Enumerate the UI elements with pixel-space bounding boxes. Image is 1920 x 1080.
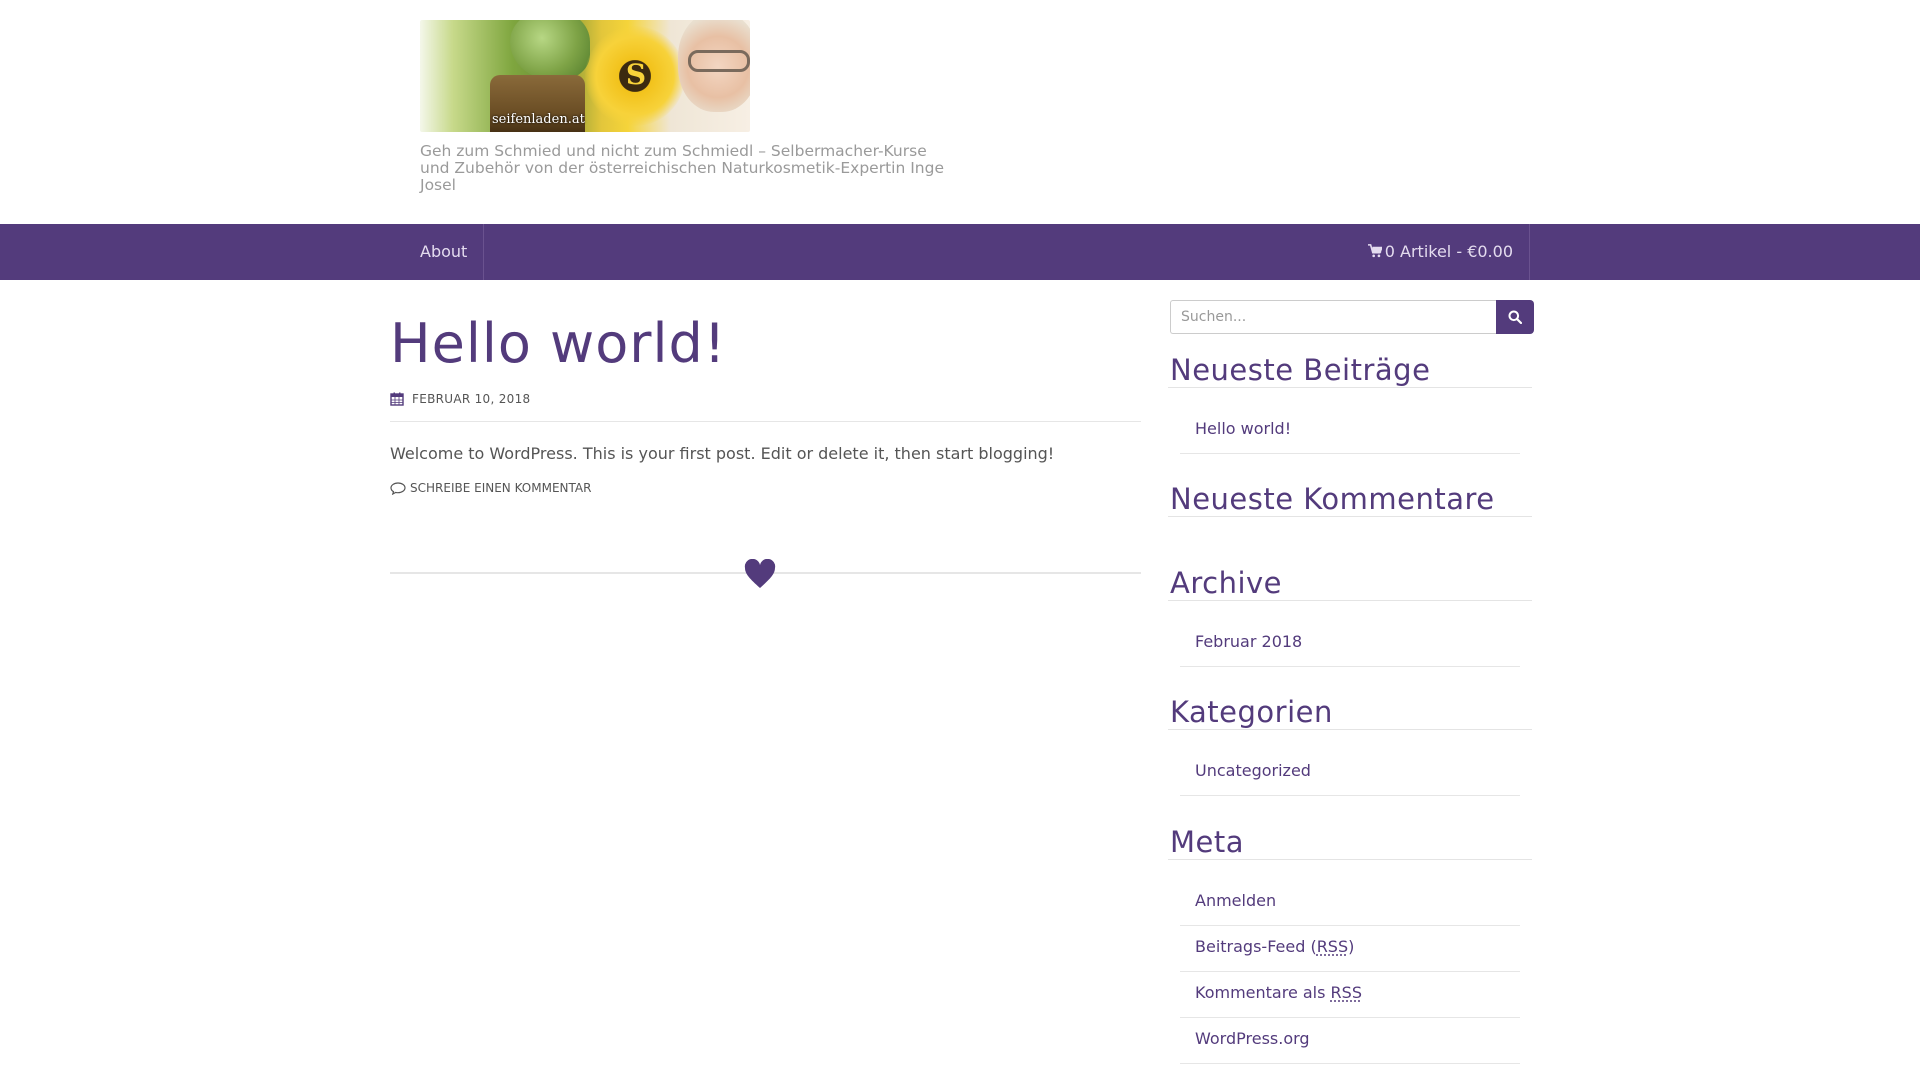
widget-title-categories: Kategorien — [1170, 695, 1333, 729]
cart-summary: 0 Artikel - €0.00 — [1384, 242, 1513, 261]
search-icon — [1508, 310, 1522, 324]
meta-entries-feed-link[interactable]: Beitrags-Feed (RSS) — [1180, 926, 1520, 972]
search-input[interactable] — [1170, 300, 1496, 334]
meta-wordpress-link[interactable]: WordPress.org — [1180, 1018, 1520, 1064]
site-header: S seifenladen.at Geh zum Schmied und nic… — [0, 0, 1920, 224]
entries-feed-prefix: Beitrags-Feed ( — [1195, 937, 1317, 956]
post-meta: FEBRUAR 10, 2018 — [390, 392, 530, 406]
cart-link[interactable]: 0 Artikel - €0.00 — [1360, 224, 1530, 280]
comment-link-label: SCHREIBE EINEN KOMMENTAR — [410, 481, 592, 495]
widget-divider — [1168, 600, 1532, 601]
nav-item-about[interactable]: About — [404, 224, 485, 280]
widget-title-recent-posts: Neueste Beiträge — [1170, 353, 1431, 387]
site-tagline: Geh zum Schmied und nicht zum Schmiedl –… — [420, 142, 944, 194]
logo-leaf-image — [510, 20, 590, 80]
post-meta-divider — [390, 421, 1141, 422]
category-link[interactable]: Uncategorized — [1180, 750, 1520, 796]
meta-login-link[interactable]: Anmelden — [1180, 880, 1520, 926]
rss-abbr: RSS — [1330, 983, 1362, 1002]
site-logo[interactable]: S seifenladen.at — [420, 20, 750, 132]
logo-text: seifenladen.at — [492, 112, 585, 127]
shopping-cart-icon — [1367, 244, 1382, 258]
widget-divider — [1168, 859, 1532, 860]
post-date[interactable]: FEBRUAR 10, 2018 — [412, 392, 530, 406]
comment-icon — [390, 481, 406, 495]
main-navigation: About 0 Artikel - €0.00 — [0, 224, 1920, 280]
post-title[interactable]: Hello world! — [390, 312, 726, 375]
search-form — [1170, 300, 1534, 334]
search-button[interactable] — [1496, 300, 1534, 334]
heart-icon — [744, 559, 776, 588]
widget-title-archive: Archive — [1170, 566, 1283, 600]
comment-link[interactable]: SCHREIBE EINEN KOMMENTAR — [390, 481, 591, 495]
calendar-icon — [390, 392, 404, 406]
rss-abbr: RSS — [1316, 937, 1349, 956]
comments-feed-prefix: Kommentare als — [1195, 983, 1331, 1002]
post-content: Welcome to WordPress. This is your first… — [390, 444, 1055, 463]
archive-link[interactable]: Februar 2018 — [1180, 621, 1520, 667]
entries-feed-suffix: ) — [1348, 937, 1355, 956]
widget-title-meta: Meta — [1170, 825, 1245, 859]
meta-comments-feed-link[interactable]: Kommentare als RSS — [1180, 972, 1520, 1018]
widget-divider — [1168, 387, 1532, 388]
widget-divider — [1168, 729, 1532, 730]
recent-post-link[interactable]: Hello world! — [1180, 408, 1520, 454]
logo-letter: S — [625, 58, 647, 91]
widget-title-recent-comments: Neueste Kommentare — [1170, 482, 1495, 516]
widget-divider — [1168, 516, 1532, 517]
logo-glasses-image — [688, 50, 750, 72]
